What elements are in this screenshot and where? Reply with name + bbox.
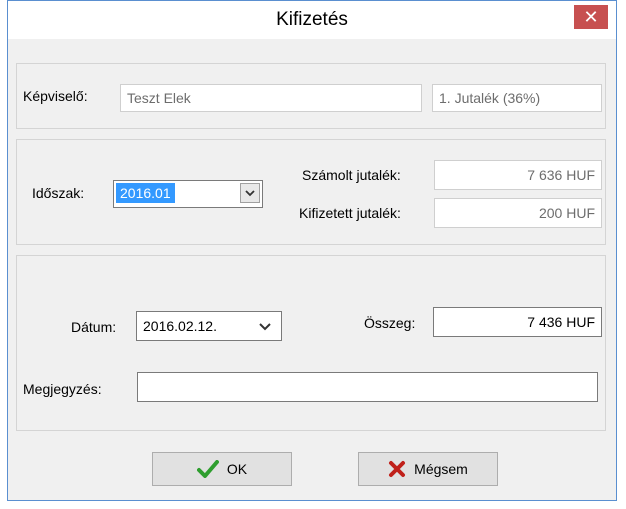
calculated-commission-label: Számolt jutalék: [302,167,401,183]
commission-type-field[interactable]: 1. Jutalék (36%) [432,84,602,112]
amount-label: Összeg: [364,315,416,331]
period-selected-value: 2016.01 [116,183,175,203]
representative-field[interactable]: Teszt Elek [120,84,422,112]
paid-commission-label: Kifizetett jutalék: [299,205,401,221]
close-button[interactable]: ✕ [574,5,608,29]
representative-panel: Képviselő: Teszt Elek 1. Jutalék (36%) [16,63,606,129]
date-label: Dátum: [71,319,117,335]
close-icon: ✕ [583,7,599,27]
cancel-label: Mégsem [414,461,468,477]
note-field[interactable] [137,372,598,402]
period-select[interactable]: 2016.01 [113,180,263,208]
date-picker[interactable]: 2016.02.12. [136,311,282,341]
x-icon [389,461,406,477]
cancel-button[interactable]: Mégsem [358,452,498,486]
amount-field[interactable]: 7 436 HUF [433,307,602,337]
payment-dialog: Kifizetés ✕ Képviselő: Teszt Elek 1. Jut… [7,0,617,501]
note-label: Megjegyzés: [23,381,102,397]
ok-label: OK [226,461,248,477]
checkmark-icon [196,460,219,478]
ok-button[interactable]: OK [152,452,292,486]
calculated-commission-field[interactable]: 7 636 HUF [434,160,602,190]
payment-panel: Dátum: 2016.02.12. Összeg: 7 436 HUF Meg… [16,255,606,431]
chevron-down-icon [245,189,255,196]
window-title: Kifizetés [276,9,348,30]
title-bar: Kifizetés ✕ [8,1,616,39]
period-panel: Időszak: 2016.01 Számolt jutalék: 7 636 … [16,139,606,245]
date-value: 2016.02.12. [143,318,217,334]
chevron-down-icon[interactable] [259,323,271,331]
paid-commission-field[interactable]: 200 HUF [434,198,602,228]
period-label: Időszak: [32,185,85,201]
representative-label: Képviselő: [23,88,88,104]
period-dropdown-button[interactable] [240,183,260,203]
